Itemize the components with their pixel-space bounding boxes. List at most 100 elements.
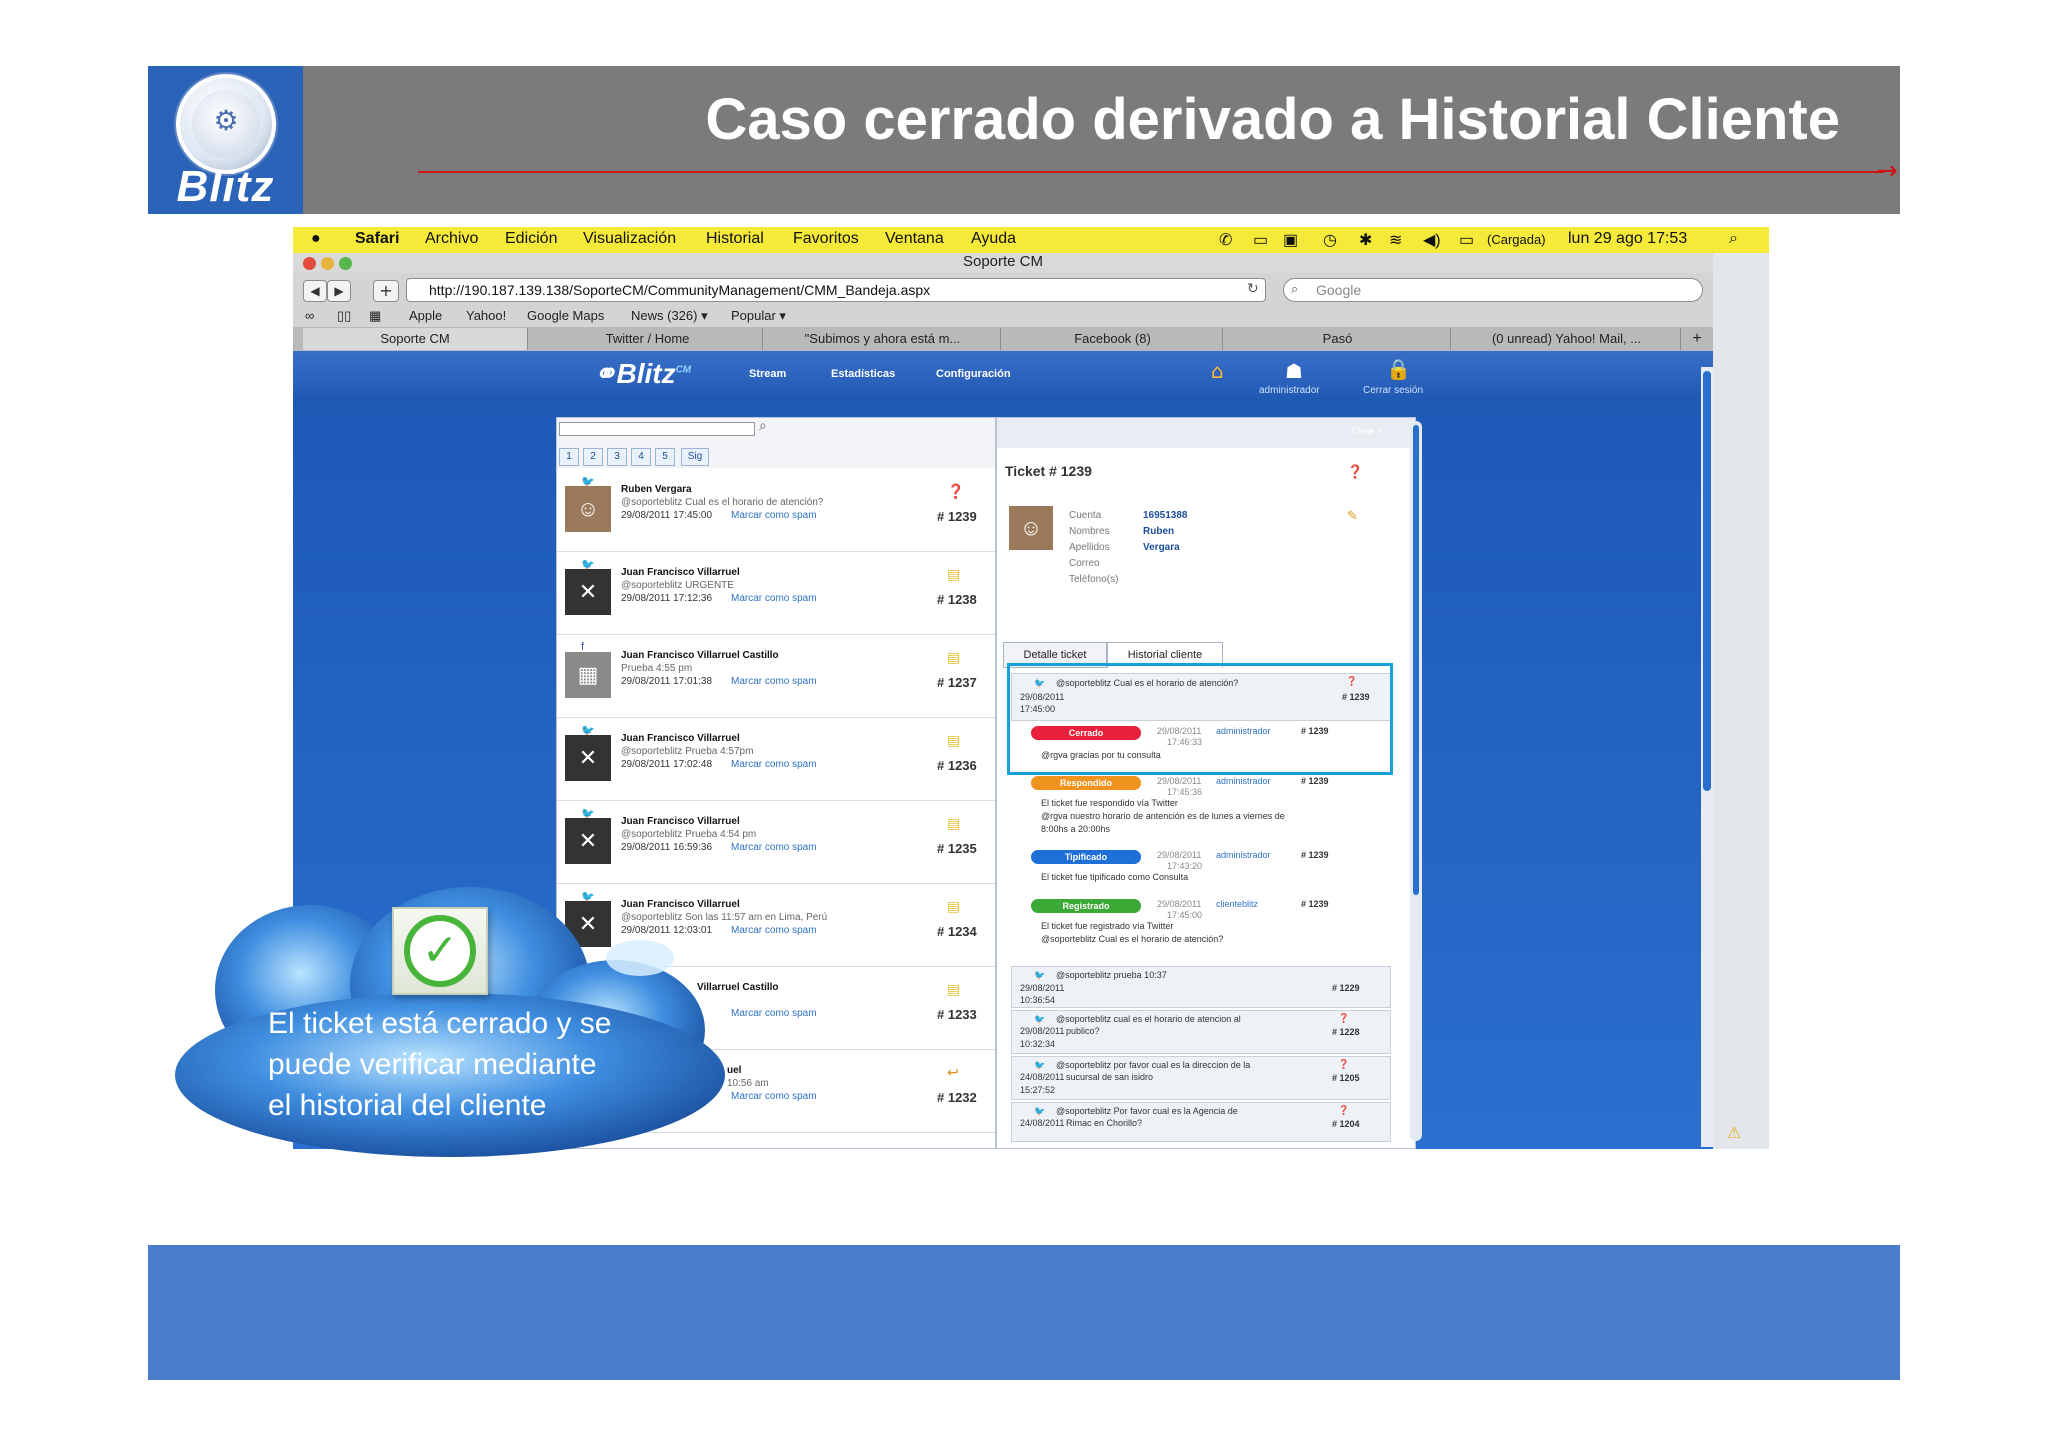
event-user[interactable]: clienteblitz — [1216, 899, 1258, 909]
ticket-row[interactable]: f ▦ Juan Francisco Villarruel Castillo P… — [557, 635, 995, 718]
bookmarks-book-icon[interactable]: ▯▯ — [337, 308, 351, 324]
display-icon[interactable]: ▣ — [1283, 230, 1298, 250]
search-field[interactable]: Google — [1283, 278, 1703, 302]
menu-historial[interactable]: Historial — [706, 230, 764, 248]
menu-archivo[interactable]: Archivo — [425, 230, 478, 248]
page-2[interactable]: 2 — [583, 448, 603, 466]
battery-icon[interactable]: ▭ — [1459, 230, 1474, 250]
new-tab-button[interactable]: + — [1683, 328, 1711, 350]
note-icon[interactable]: ▤ — [947, 566, 960, 583]
ticket-row[interactable]: 🐦 ✕ Juan Francisco Villarruel @soportebl… — [557, 801, 995, 884]
ticket-author: Juan Francisco Villarruel — [621, 733, 740, 744]
note-icon[interactable]: ▤ — [947, 898, 960, 915]
menu-favoritos[interactable]: Favoritos — [793, 230, 859, 248]
nav-configuracion[interactable]: Configuración — [936, 368, 1011, 380]
mark-spam-link[interactable]: Marcar como spam — [731, 842, 817, 853]
bluetooth-icon[interactable]: ✱ — [1359, 230, 1372, 250]
page-scroll-thumb[interactable] — [1703, 371, 1711, 791]
spotlight-icon[interactable]: ⌕ — [1729, 230, 1738, 248]
magnifier-icon[interactable]: ⌕ — [759, 418, 767, 434]
tab-twitter[interactable]: Twitter / Home — [533, 328, 763, 350]
minimize-window-button[interactable] — [321, 257, 334, 270]
zoom-window-button[interactable] — [339, 257, 352, 270]
phone-icon[interactable]: ✆ — [1219, 230, 1232, 250]
help-icon[interactable]: ❓ — [1338, 1105, 1349, 1116]
reload-icon[interactable]: ↻ — [1247, 281, 1259, 297]
warning-icon[interactable]: ⚠ — [1727, 1123, 1741, 1142]
ticket-search-input[interactable] — [559, 422, 755, 436]
page-5[interactable]: 5 — [655, 448, 675, 466]
bookmark-google-maps[interactable]: Google Maps — [527, 308, 604, 323]
tab-paso[interactable]: Pasó — [1225, 328, 1451, 350]
reading-list-icon[interactable]: ∞ — [305, 308, 314, 323]
menu-ventana[interactable]: Ventana — [885, 230, 944, 248]
ticket-row[interactable]: 🐦 ✕ Juan Francisco Villarruel @soportebl… — [557, 718, 995, 801]
event-user[interactable]: administrador — [1216, 850, 1271, 860]
bookmark-popular[interactable]: Popular ▾ — [731, 308, 786, 324]
mark-spam-link[interactable]: Marcar como spam — [731, 593, 817, 604]
tab-subimos[interactable]: "Subimos y ahora está m... — [765, 328, 1001, 350]
menubar-clock[interactable]: lun 29 ago 17:53 — [1568, 230, 1687, 248]
mark-spam-link[interactable]: Marcar como spam — [731, 510, 817, 521]
mark-spam-link[interactable]: Marcar como spam — [731, 676, 817, 687]
note-icon[interactable]: ▤ — [947, 649, 960, 666]
ticket-row[interactable]: 🐦 ✕ Juan Francisco Villarruel @soportebl… — [557, 552, 995, 635]
nav-stream[interactable]: Stream — [749, 368, 786, 380]
mark-spam-link[interactable]: Marcar como spam — [731, 925, 817, 936]
page-1[interactable]: 1 — [559, 448, 579, 466]
add-bookmark-button[interactable]: + — [373, 280, 399, 302]
clock-icon[interactable]: ◷ — [1323, 230, 1337, 250]
edit-icon[interactable]: ✎ — [1347, 508, 1358, 524]
mark-spam-link[interactable]: Marcar como spam — [731, 759, 817, 770]
reply-icon[interactable]: ↩ — [947, 1064, 959, 1081]
page-3[interactable]: 3 — [607, 448, 627, 466]
history-ticket-item[interactable]: 🐦 @soporteblitz cual es el horario de at… — [1011, 1010, 1391, 1054]
users-icon[interactable]: ☗ — [1285, 359, 1303, 383]
note-icon[interactable]: ▤ — [947, 815, 960, 832]
menu-ayuda[interactable]: Ayuda — [971, 230, 1016, 248]
event-user[interactable]: administrador — [1216, 776, 1271, 786]
home-icon[interactable]: ⌂ — [1211, 359, 1224, 383]
forward-button[interactable]: ▶ — [327, 280, 351, 302]
menu-visualizacion[interactable]: Visualización — [583, 230, 676, 248]
close-window-button[interactable] — [303, 257, 316, 270]
volume-icon[interactable]: ◀) — [1423, 230, 1441, 250]
tab-facebook[interactable]: Facebook (8) — [1003, 328, 1223, 350]
note-icon[interactable]: ▤ — [947, 732, 960, 749]
nav-estadisticas[interactable]: Estadísticas — [831, 368, 895, 380]
tab-yahoo-mail[interactable]: (0 unread) Yahoo! Mail, ... — [1453, 328, 1681, 350]
apple-icon[interactable]: ● — [311, 230, 321, 248]
mark-spam-link[interactable]: Marcar como spam — [731, 1008, 817, 1019]
mark-spam-link[interactable]: Marcar como spam — [731, 1091, 817, 1102]
top-sites-icon[interactable]: ▦ — [369, 308, 381, 324]
lock-icon[interactable]: 🔒 — [1386, 357, 1411, 381]
tab-soporte-cm[interactable]: Soporte CM — [303, 328, 528, 350]
help-icon[interactable]: ❓ — [1338, 1013, 1349, 1024]
admin-label[interactable]: administrador — [1259, 385, 1320, 396]
app-logo[interactable]: ⚭BlitzCM — [593, 357, 691, 390]
url-field[interactable]: http://190.187.139.138/SoporteCM/Communi… — [406, 278, 1266, 302]
logout-label[interactable]: Cerrar sesión — [1363, 385, 1423, 396]
ticket-row[interactable]: 🐦 ☺ Ruben Vergara @soporteblitz Cual es … — [557, 469, 995, 552]
detail-scroll-thumb[interactable] — [1413, 425, 1419, 895]
note-icon[interactable]: ▤ — [947, 981, 960, 998]
page-4[interactable]: 4 — [631, 448, 651, 466]
page-next[interactable]: Sig — [681, 448, 709, 466]
avatar: ☺ — [565, 486, 611, 532]
menu-edicion[interactable]: Edición — [505, 230, 557, 248]
help-icon[interactable]: ❓ — [1347, 464, 1363, 480]
help-icon[interactable]: ❓ — [947, 483, 964, 500]
bookmark-news[interactable]: News (326) ▾ — [631, 308, 708, 324]
keyboard-icon[interactable]: ▭ — [1253, 230, 1268, 250]
history-ticket-item[interactable]: 🐦 @soporteblitz por favor cual es la dir… — [1011, 1056, 1391, 1100]
history-ticket-item[interactable]: 🐦 @soporteblitz prueba 10:37 29/08/2011 … — [1011, 966, 1391, 1008]
close-detail-button[interactable]: Close × — [1351, 426, 1382, 436]
back-button[interactable]: ◀ — [303, 280, 327, 302]
bookmark-apple[interactable]: Apple — [409, 308, 442, 323]
history-ticket-item[interactable]: 🐦 @soporteblitz Por favor cual es la Age… — [1011, 1102, 1391, 1142]
bookmark-yahoo[interactable]: Yahoo! — [466, 308, 506, 323]
wifi-icon[interactable]: ≋ — [1389, 230, 1402, 250]
help-icon[interactable]: ❓ — [1338, 1059, 1349, 1070]
avatar: ▦ — [565, 652, 611, 698]
menu-safari[interactable]: Safari — [355, 230, 399, 248]
